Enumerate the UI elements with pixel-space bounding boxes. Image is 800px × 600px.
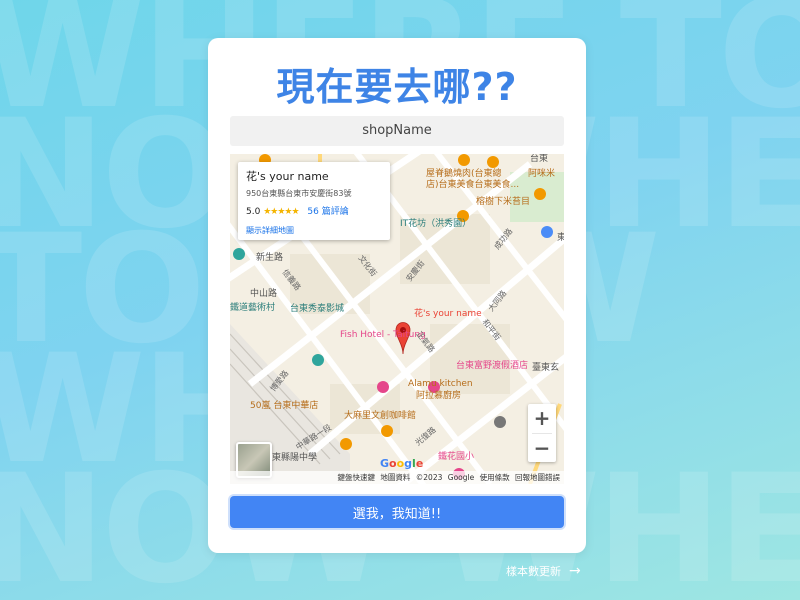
google-map[interactable]: 屋脊鵝燒肉(台東總 店)台東美食台東美食... 阿咪米 榕樹下米苔目 台東 IT… [230,154,564,484]
update-samples-label: 樣本數更新 [506,565,561,578]
svg-text:阿咪米: 阿咪米 [528,167,555,179]
place-rating: 5.0 ★★★★★ 56 篇評論 [246,204,382,217]
place-info-window: 花's your name 950台東縣台東市安慶街83號 5.0 ★★★★★ … [238,162,390,240]
google-logo: Google [380,457,424,470]
svg-text:臺東玄: 臺東玄 [532,361,559,373]
star-icon: ★★★★★ [263,207,299,217]
svg-text:鐵花國小: 鐵花國小 [438,450,474,462]
svg-text:屋脊鵝燒肉(台東總: 屋脊鵝燒肉(台東總 [426,167,502,179]
zoom-in-button[interactable]: + [528,404,556,433]
keyboard-shortcuts-link[interactable]: 鍵盤快速鍵 [338,473,376,482]
place-card: 現在要去哪?? shopName 屋脊鵝燒肉(台東總 店)台東美食台東美食...… [208,38,586,553]
svg-text:Fish Hotel - Taitung: Fish Hotel - Taitung [340,330,426,340]
view-larger-map-link[interactable]: 顯示詳細地圖 [246,225,382,236]
reviews-link[interactable]: 56 篇評論 [307,207,348,217]
zoom-control: + − [528,404,556,462]
place-address: 950台東縣台東市安慶街83號 [246,189,352,198]
shop-name-field: shopName [230,116,564,146]
svg-text:中山路: 中山路 [250,287,277,299]
svg-text:店)台東美食台東美食...: 店)台東美食台東美食... [426,178,519,190]
page-title: 現在要去哪?? [276,65,518,109]
svg-text:東: 東 [557,231,564,243]
zoom-out-button[interactable]: − [528,434,556,463]
svg-text:東縣陽中學: 東縣陽中學 [272,451,317,463]
svg-text:榕樹下米苔目: 榕樹下米苔目 [476,195,530,207]
place-name: 花's your name [246,170,329,183]
map-footer: 鍵盤快速鍵 地圖資料 ©2023 Google 使用條款 回報地圖錯誤 [230,471,564,484]
svg-text:大麻里文創咖啡館: 大麻里文創咖啡館 [344,409,416,421]
svg-text:Alamu kitchen: Alamu kitchen [408,379,473,389]
svg-text:IT花坊（洪秀園）: IT花坊（洪秀園） [400,217,471,229]
map-data-attribution: 地圖資料 ©2023 Google [380,473,475,482]
confirm-button[interactable]: 選我，我知道!! [230,496,564,528]
svg-text:花's your name: 花's your name [414,307,482,319]
terms-link[interactable]: 使用條款 [480,473,510,482]
svg-text:台東富野渡假酒店: 台東富野渡假酒店 [456,359,528,371]
arrow-right-icon: → [569,563,581,579]
svg-text:阿拉慕廚房: 阿拉慕廚房 [416,389,461,401]
svg-text:鐵道藝術村: 鐵道藝術村 [230,301,275,313]
update-samples-link[interactable]: 樣本數更新 → [506,563,581,579]
svg-text:台東: 台東 [530,154,548,164]
report-error-link[interactable]: 回報地圖錯誤 [515,473,560,482]
svg-text:台東秀泰影城: 台東秀泰影城 [290,302,344,314]
svg-text:50嵐 台東中華店: 50嵐 台東中華店 [250,399,318,411]
svg-text:新生路: 新生路 [256,251,283,263]
rating-value: 5.0 [246,207,261,217]
